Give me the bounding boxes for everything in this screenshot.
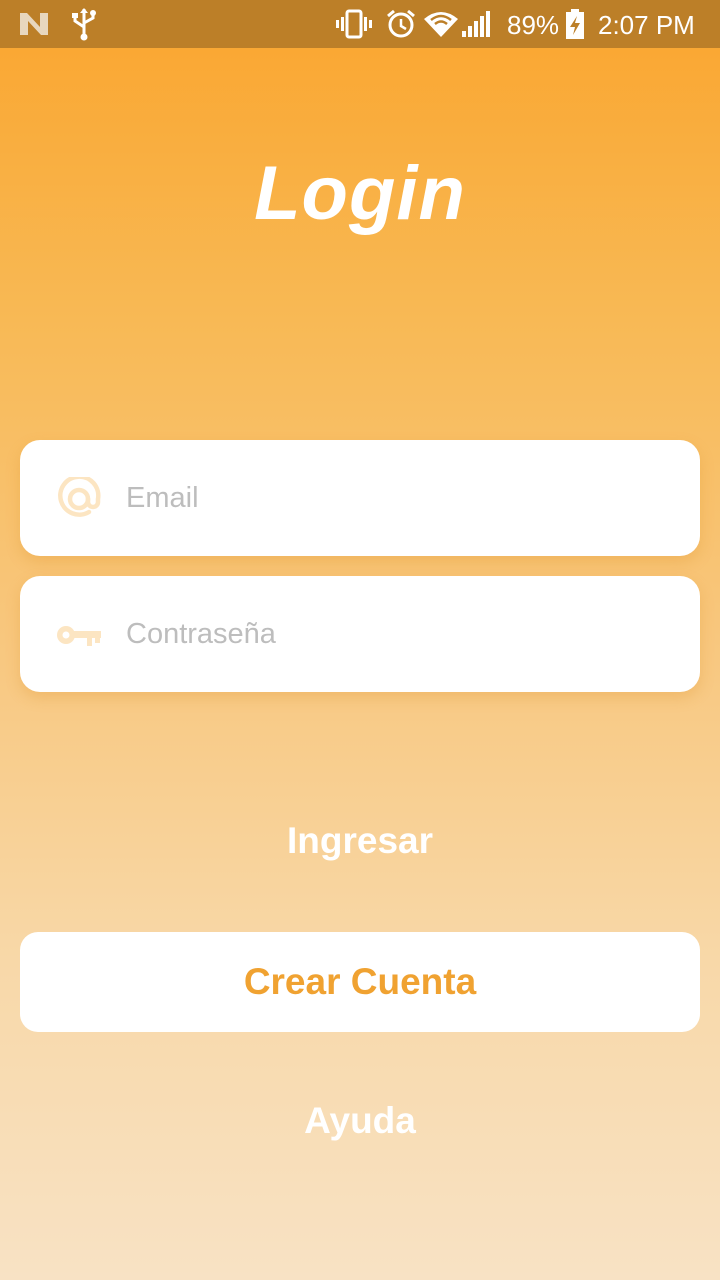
clock: 2:07 PM (598, 10, 695, 40)
login-button[interactable]: Ingresar (0, 820, 720, 862)
password-input[interactable] (126, 576, 686, 692)
battery-percent: 89% (507, 10, 560, 40)
status-bar: 89% 2:07 PM (0, 0, 720, 48)
help-button[interactable]: Ayuda (0, 1100, 720, 1142)
at-icon (56, 476, 102, 522)
n-logo-icon (18, 0, 50, 48)
password-field[interactable] (20, 576, 700, 692)
create-account-button[interactable]: Crear Cuenta (20, 932, 700, 1032)
key-icon (56, 612, 102, 658)
vibrate-icon (336, 0, 372, 48)
email-field[interactable] (20, 440, 700, 556)
page-title: Login (254, 151, 466, 236)
usb-icon (70, 0, 98, 48)
battery-charging-icon (564, 0, 586, 48)
wifi-icon (423, 0, 459, 48)
alarm-icon (386, 0, 416, 48)
signal-icon (460, 0, 492, 48)
email-input[interactable] (126, 440, 686, 556)
